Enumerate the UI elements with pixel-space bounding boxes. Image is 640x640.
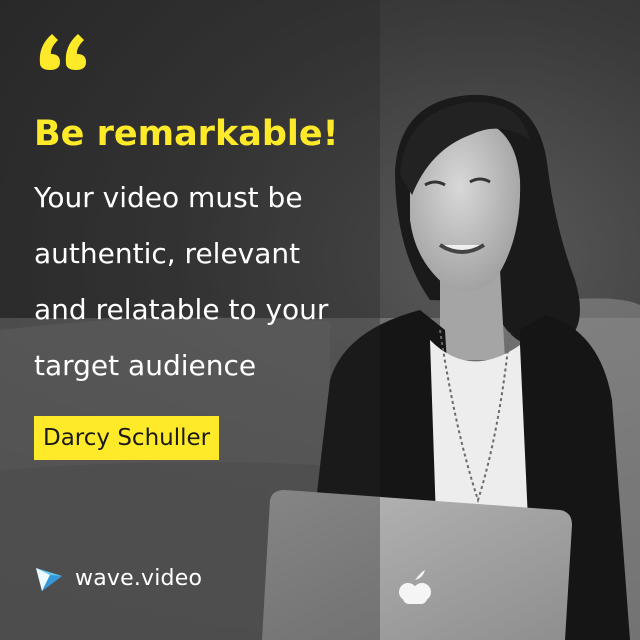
brand-watermark: wave.video <box>33 560 202 596</box>
quote-body-line: authentic, relevant <box>34 237 301 270</box>
quote-body-line: and relatable to your <box>34 293 329 326</box>
quote-card: Be remarkable! Your video must be authen… <box>0 0 640 640</box>
author-name-badge: Darcy Schuller <box>34 416 220 460</box>
brand-name: wave.video <box>75 565 203 591</box>
quote-body: Your video must be authentic, relevant a… <box>34 170 394 394</box>
quote-body-line: target audience <box>34 349 257 382</box>
wave-video-logo-icon <box>36 568 62 591</box>
quote-headline: Be remarkable! <box>34 114 339 154</box>
quote-mark-icon <box>39 34 86 70</box>
quote-body-line: Your video must be <box>34 181 303 214</box>
